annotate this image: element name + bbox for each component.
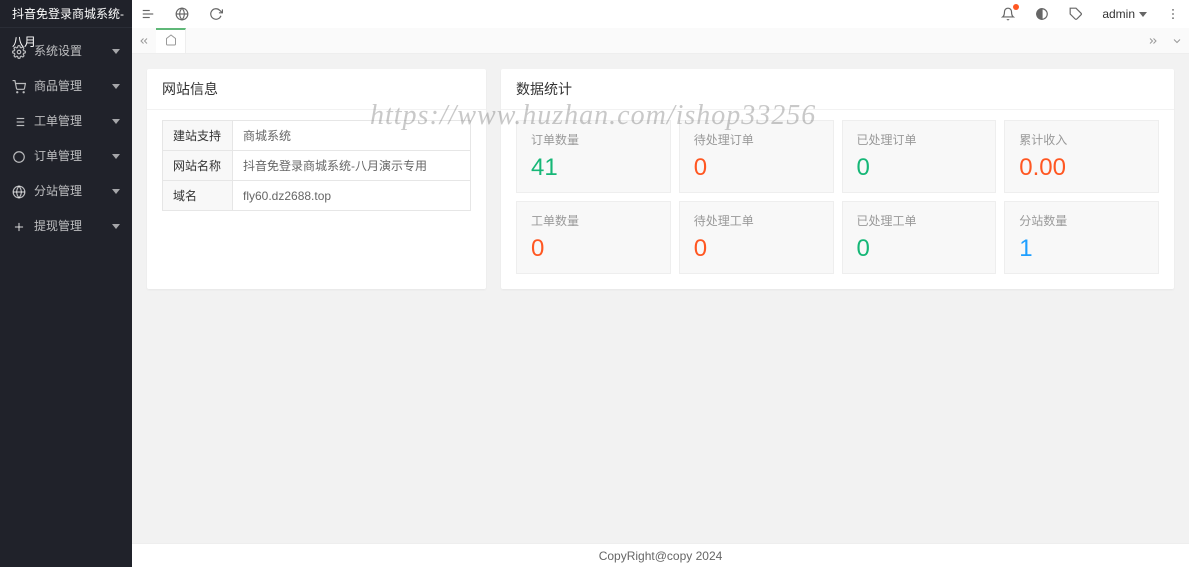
home-icon (165, 34, 177, 49)
stat-value: 1 (1019, 235, 1144, 263)
sidebar-item-label: 工单管理 (34, 104, 82, 139)
card-title: 网站信息 (147, 69, 486, 110)
stat-label: 已处理订单 (857, 131, 982, 148)
info-value: fly60.dz2688.top (233, 181, 471, 211)
notification-dot (1013, 4, 1019, 10)
stat-income: 累计收入 0.00 (1004, 120, 1159, 193)
list-icon (12, 115, 26, 129)
website-info-card: 网站信息 建站支持 商城系统 网站名称 抖音免登录商城系统-八月演示专用 域名 (147, 69, 486, 289)
sidebar-item-label: 商品管理 (34, 69, 82, 104)
user-name: admin (1102, 7, 1135, 21)
stat-label: 订单数量 (531, 131, 656, 148)
tab-scroll-left[interactable] (132, 28, 156, 53)
chevron-down-icon (1139, 12, 1147, 17)
sidebar: 抖音免登录商城系统-八月 系统设置 商品管理 工单管理 (0, 0, 132, 567)
footer: CopyRight@copy 2024 (132, 543, 1189, 567)
table-row: 建站支持 商城系统 (163, 121, 471, 151)
gear-icon (12, 45, 26, 59)
sidebar-item-withdraw[interactable]: 提现管理 (0, 209, 132, 244)
table-row: 域名 fly60.dz2688.top (163, 181, 471, 211)
cart-icon (12, 80, 26, 94)
card-title: 数据统计 (501, 69, 1174, 110)
plus-icon (12, 220, 26, 234)
content-area: 网站信息 建站支持 商城系统 网站名称 抖音免登录商城系统-八月演示专用 域名 (132, 54, 1189, 543)
stat-value: 0 (694, 235, 819, 263)
bell-icon[interactable] (1000, 6, 1016, 22)
chevron-down-icon (112, 119, 120, 124)
sidebar-item-label: 订单管理 (34, 139, 82, 174)
app-title: 抖音免登录商城系统-八月 (0, 0, 132, 28)
stat-ticket-count: 工单数量 0 (516, 201, 671, 274)
stat-value: 0 (857, 154, 982, 182)
stat-done-ticket: 已处理工单 0 (842, 201, 997, 274)
chevron-down-icon (112, 224, 120, 229)
sidebar-item-substation[interactable]: 分站管理 (0, 174, 132, 209)
info-table: 建站支持 商城系统 网站名称 抖音免登录商城系统-八月演示专用 域名 fly60… (162, 120, 471, 211)
tab-scroll-right[interactable] (1141, 28, 1165, 53)
stat-label: 已处理工单 (857, 212, 982, 229)
menu-toggle-icon[interactable] (140, 6, 156, 22)
stat-label: 待处理工单 (694, 212, 819, 229)
sidebar-item-label: 系统设置 (34, 34, 82, 69)
globe-icon[interactable] (174, 6, 190, 22)
theme-icon[interactable] (1034, 6, 1050, 22)
topbar: admin (132, 0, 1189, 28)
stat-order-count: 订单数量 41 (516, 120, 671, 193)
sidebar-item-label: 提现管理 (34, 209, 82, 244)
stat-label: 分站数量 (1019, 212, 1144, 229)
info-value: 商城系统 (233, 121, 471, 151)
stat-substation-count: 分站数量 1 (1004, 201, 1159, 274)
user-menu[interactable]: admin (1102, 7, 1147, 21)
sidebar-item-order[interactable]: 订单管理 (0, 139, 132, 174)
info-label: 域名 (163, 181, 233, 211)
stat-value: 0 (857, 235, 982, 263)
sidebar-item-system[interactable]: 系统设置 (0, 34, 132, 69)
stat-label: 待处理订单 (694, 131, 819, 148)
stat-done-order: 已处理订单 0 (842, 120, 997, 193)
stat-value: 0.00 (1019, 154, 1144, 182)
chevron-down-icon (112, 189, 120, 194)
circle-icon (12, 150, 26, 164)
stats-card: 数据统计 订单数量 41 待处理订单 0 已处理订单 0 累 (501, 69, 1174, 289)
stat-label: 累计收入 (1019, 131, 1144, 148)
info-value: 抖音免登录商城系统-八月演示专用 (233, 151, 471, 181)
chevron-down-icon (112, 49, 120, 54)
chevron-down-icon (112, 84, 120, 89)
refresh-icon[interactable] (208, 6, 224, 22)
main: admin 网站信息 建站支持 商城系统 (132, 0, 1189, 567)
tabbar (132, 28, 1189, 54)
chevron-down-icon (112, 154, 120, 159)
sidebar-item-goods[interactable]: 商品管理 (0, 69, 132, 104)
stat-value: 41 (531, 154, 656, 182)
table-row: 网站名称 抖音免登录商城系统-八月演示专用 (163, 151, 471, 181)
globe-icon (12, 185, 26, 199)
sidebar-item-label: 分站管理 (34, 174, 82, 209)
note-icon[interactable] (1068, 6, 1084, 22)
info-label: 网站名称 (163, 151, 233, 181)
sidebar-item-ticket[interactable]: 工单管理 (0, 104, 132, 139)
tab-home[interactable] (156, 28, 186, 53)
more-icon[interactable] (1165, 6, 1181, 22)
stat-value: 0 (531, 235, 656, 263)
stat-pending-order: 待处理订单 0 (679, 120, 834, 193)
stat-pending-ticket: 待处理工单 0 (679, 201, 834, 274)
tab-menu[interactable] (1165, 28, 1189, 53)
stat-value: 0 (694, 154, 819, 182)
info-label: 建站支持 (163, 121, 233, 151)
stat-label: 工单数量 (531, 212, 656, 229)
sidebar-menu: 系统设置 商品管理 工单管理 订单管理 (0, 28, 132, 244)
